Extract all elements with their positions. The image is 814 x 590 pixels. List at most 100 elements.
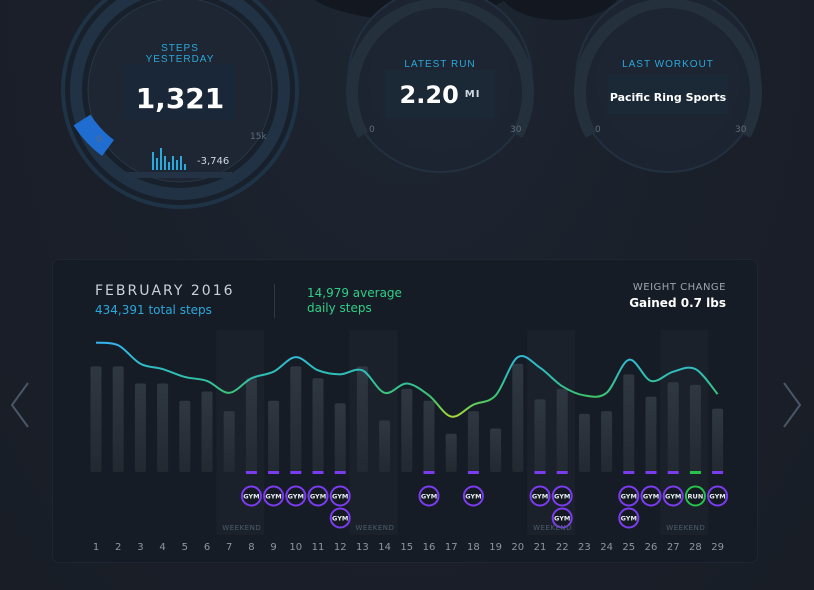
activity-marker <box>334 471 346 474</box>
activity-marker <box>556 471 568 474</box>
day-bar[interactable] <box>379 420 391 472</box>
day-bar[interactable] <box>534 399 546 472</box>
day-label: 23 <box>578 542 591 553</box>
day-bar[interactable] <box>334 403 346 472</box>
day-label: 7 <box>226 542 232 553</box>
day-bar[interactable] <box>445 433 457 472</box>
badge-label: GYM <box>643 493 659 501</box>
day-bar[interactable] <box>601 411 613 472</box>
day-bar[interactable] <box>556 388 568 472</box>
day-bar[interactable] <box>623 374 635 472</box>
day-label: 8 <box>248 542 254 553</box>
day-label: 4 <box>159 542 165 553</box>
gym-badge[interactable]: GYM <box>263 485 285 507</box>
badge-label: GYM <box>288 493 304 501</box>
day-bar[interactable] <box>112 366 124 472</box>
gym-badge[interactable]: GYM <box>618 507 640 529</box>
badge-label: GYM <box>265 493 281 501</box>
gym-badge[interactable]: GYM <box>240 485 262 507</box>
weekend-label: WEEKEND <box>355 524 395 532</box>
gym-badge[interactable]: GYM <box>529 485 551 507</box>
day-bar[interactable] <box>312 378 324 472</box>
activity-marker <box>712 471 724 474</box>
day-bar[interactable] <box>157 383 169 472</box>
day-label: 21 <box>534 542 547 553</box>
day-bar[interactable] <box>512 363 524 472</box>
badge-label: GYM <box>421 493 437 501</box>
day-bar[interactable] <box>645 396 657 472</box>
day-label: 12 <box>334 542 347 553</box>
day-bar[interactable] <box>667 382 679 472</box>
activity-marker <box>534 471 546 474</box>
activity-marker <box>689 471 701 474</box>
badge-label: GYM <box>465 493 481 501</box>
day-label: 17 <box>445 542 458 553</box>
day-bar[interactable] <box>356 366 368 472</box>
day-label: 11 <box>312 542 325 553</box>
day-label: 28 <box>689 542 702 553</box>
activity-marker <box>423 471 435 474</box>
gym-badge[interactable]: GYM <box>640 485 662 507</box>
day-bar[interactable] <box>268 400 280 472</box>
day-label: 16 <box>423 542 436 553</box>
day-bar[interactable] <box>578 413 590 472</box>
day-label: 27 <box>667 542 680 553</box>
day-bar[interactable] <box>245 378 257 472</box>
day-bar[interactable] <box>490 428 502 472</box>
day-label: 15 <box>400 542 413 553</box>
badge-label: GYM <box>532 493 548 501</box>
day-bar[interactable] <box>401 388 413 472</box>
badge-label: GYM <box>621 493 637 501</box>
day-label: 9 <box>270 542 276 553</box>
gym-badge[interactable]: GYM <box>462 485 484 507</box>
gym-badge[interactable]: GYM <box>329 507 351 529</box>
day-label: 14 <box>378 542 391 553</box>
weekend-label: WEEKEND <box>666 524 706 532</box>
day-label: 24 <box>600 542 613 553</box>
day-bar[interactable] <box>90 366 102 472</box>
day-label: 10 <box>289 542 302 553</box>
day-label: 1 <box>93 542 99 553</box>
day-label: 6 <box>204 542 210 553</box>
weekend-band <box>349 330 398 535</box>
badge-label: GYM <box>243 493 259 501</box>
gym-badge[interactable]: GYM <box>662 485 684 507</box>
day-label: 22 <box>556 542 569 553</box>
day-bar[interactable] <box>423 400 435 472</box>
badge-label: GYM <box>554 493 570 501</box>
badge-label: GYM <box>621 515 637 523</box>
day-label: 18 <box>467 542 480 553</box>
day-bar[interactable] <box>179 400 191 472</box>
activity-marker <box>312 471 324 474</box>
badge-label: GYM <box>709 493 725 501</box>
day-bar[interactable] <box>712 408 724 472</box>
day-bar[interactable] <box>290 366 302 472</box>
activity-marker <box>667 471 679 474</box>
gym-badge[interactable]: GYM <box>551 485 573 507</box>
day-bar[interactable] <box>134 383 146 472</box>
day-bar[interactable] <box>201 391 213 472</box>
day-label: 3 <box>137 542 143 553</box>
activity-marker <box>645 471 657 474</box>
day-label: 20 <box>511 542 524 553</box>
weekend-label: WEEKEND <box>222 524 262 532</box>
badge-label: RUN <box>688 493 704 501</box>
gym-badge[interactable]: GYM <box>285 485 307 507</box>
activity-marker <box>245 471 257 474</box>
day-label: 19 <box>489 542 502 553</box>
day-label: 2 <box>115 542 121 553</box>
gym-badge[interactable]: GYM <box>418 485 440 507</box>
run-badge[interactable]: RUN <box>684 485 706 507</box>
badge-label: GYM <box>310 493 326 501</box>
gym-badge[interactable]: GYM <box>707 485 729 507</box>
gym-badge[interactable]: GYM <box>618 485 640 507</box>
day-bar[interactable] <box>223 411 235 472</box>
gym-badge[interactable]: GYM <box>307 485 329 507</box>
badge-label: GYM <box>665 493 681 501</box>
day-bar[interactable] <box>689 384 701 472</box>
badge-label: GYM <box>332 515 348 523</box>
weekend-label: WEEKEND <box>533 524 573 532</box>
day-bar[interactable] <box>467 411 479 472</box>
gym-badge[interactable]: GYM <box>329 485 351 507</box>
badge-label: GYM <box>554 515 570 523</box>
